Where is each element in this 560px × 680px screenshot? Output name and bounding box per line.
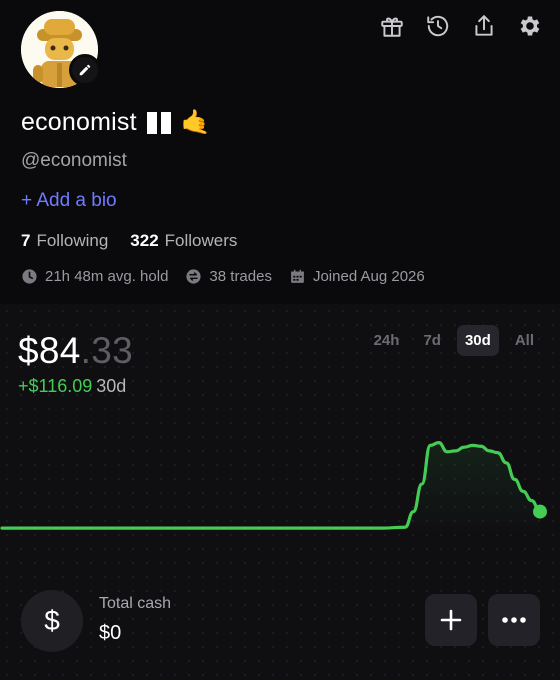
display-name: economist	[21, 108, 137, 136]
range-30d-button[interactable]: 30d	[456, 325, 499, 356]
following-stat[interactable]: 7 Following	[21, 231, 108, 251]
cash-dollar-icon: $	[21, 590, 83, 652]
chart-endpoint-dot	[533, 504, 547, 519]
portfolio-change: +$116.09 30d	[18, 376, 126, 397]
change-amount: +$116.09	[18, 376, 93, 396]
more-options-button[interactable]	[488, 594, 540, 646]
trades-item: 38 trades	[185, 268, 272, 285]
calendar-icon	[291, 269, 304, 283]
change-period: 30d	[96, 376, 127, 396]
balance-cents: .33	[80, 330, 133, 371]
time-range-selector: 24h 7d 30d All	[366, 325, 542, 356]
call-me-hand-emoji: 🤙	[180, 108, 211, 136]
range-7d-button[interactable]: 7d	[415, 325, 449, 356]
pencil-icon	[79, 64, 91, 76]
joined-item: Joined Aug 2026	[289, 268, 425, 285]
balance-dollars: $84	[18, 330, 81, 371]
clock-icon	[22, 269, 37, 284]
total-cash-value: $0	[99, 622, 122, 644]
plus-icon	[440, 609, 462, 631]
header-actions	[378, 12, 544, 40]
portfolio-section: $84.33 +$116.09 30d 24h 7d 30d All $ Tota…	[0, 304, 560, 680]
avg-hold-item: 21h 48m avg. hold	[21, 268, 168, 285]
gift-icon[interactable]	[378, 12, 406, 40]
following-count: 7	[21, 231, 31, 250]
profile-header: economist 🤙 @economist + Add a bio 7 Foll…	[0, 0, 560, 304]
profile-page: economist 🤙 @economist + Add a bio 7 Foll…	[0, 0, 560, 680]
following-label: Following	[36, 231, 109, 250]
ellipsis-icon	[502, 617, 526, 623]
trades-text: 38 trades	[209, 268, 272, 285]
profile-meta: 21h 48m avg. hold 38 trades Joined Aug 2…	[21, 268, 425, 285]
range-24h-button[interactable]: 24h	[366, 325, 408, 356]
range-all-button[interactable]: All	[507, 325, 542, 356]
joined-text: Joined Aug 2026	[312, 268, 425, 285]
swap-icon	[186, 269, 202, 284]
share-icon[interactable]	[470, 12, 498, 40]
followers-stat[interactable]: 322 Followers	[130, 231, 237, 251]
portfolio-balance: $84.33	[18, 330, 133, 372]
settings-icon[interactable]	[516, 12, 544, 40]
name-row: economist 🤙	[21, 108, 211, 137]
followers-count: 322	[130, 231, 159, 250]
history-icon[interactable]	[424, 12, 452, 40]
total-cash-label: Total cash	[99, 595, 172, 612]
follow-stats: 7 Following 322 Followers	[21, 231, 237, 251]
add-bio-link[interactable]: + Add a bio	[21, 190, 117, 212]
chart-area-fill	[2, 442, 540, 534]
handle: @economist	[21, 150, 127, 171]
avg-hold-text: 21h 48m avg. hold	[45, 268, 169, 285]
edit-avatar-button[interactable]	[69, 54, 101, 86]
nigeria-flag-icon	[146, 111, 171, 134]
followers-label: Followers	[164, 231, 238, 250]
add-button[interactable]	[425, 594, 477, 646]
portfolio-chart[interactable]	[0, 424, 560, 534]
